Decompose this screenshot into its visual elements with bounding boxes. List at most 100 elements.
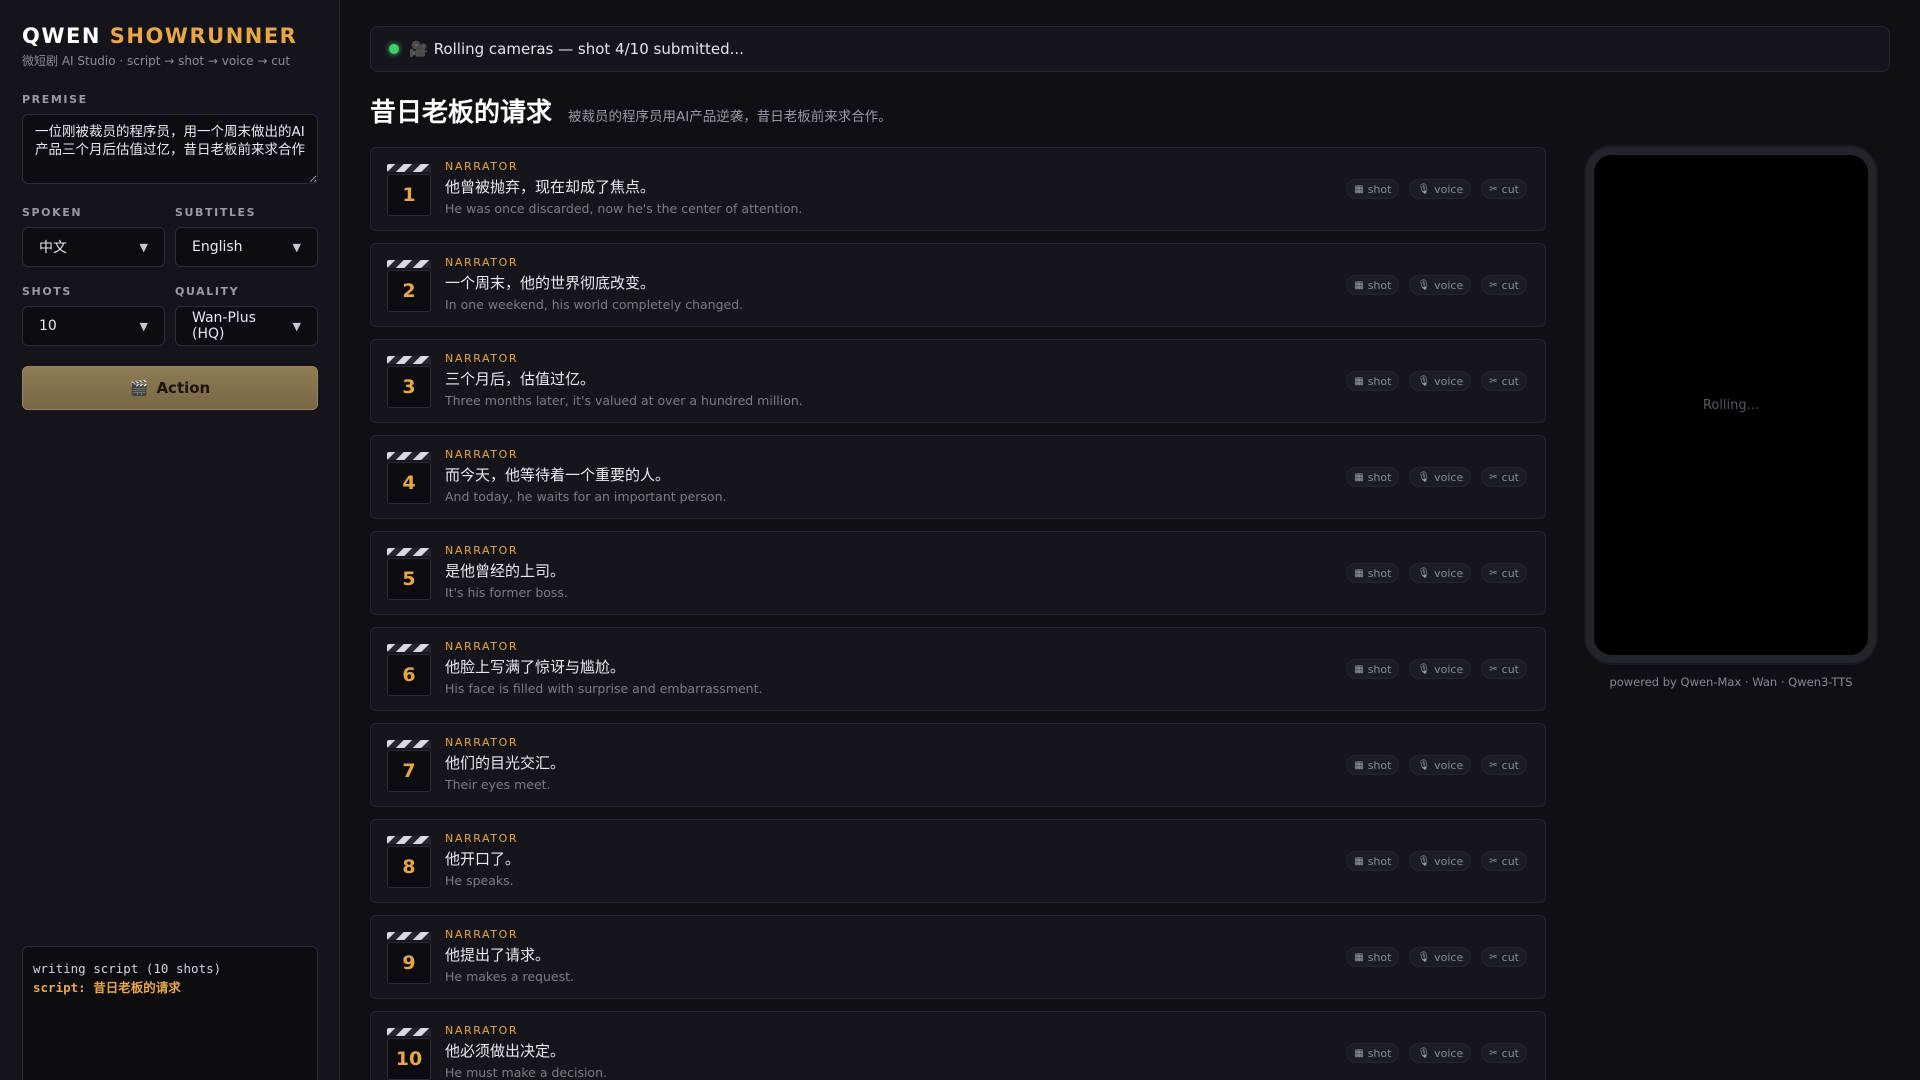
shot-chip[interactable]: ▦ shot bbox=[1346, 947, 1400, 967]
scissors-icon: ✂ bbox=[1489, 663, 1498, 675]
shot-chip[interactable]: ▦ shot bbox=[1346, 563, 1400, 583]
voice-chip-label: voice bbox=[1434, 1046, 1464, 1060]
clapperboard-icon: 10 bbox=[387, 1028, 431, 1080]
chevron-down-icon: ▼ bbox=[292, 240, 301, 254]
shot-speaker: NARRATOR bbox=[445, 448, 519, 461]
shot-row[interactable]: 5 NARRATOR 是他曾经的上司。 It's his former boss… bbox=[370, 531, 1546, 615]
shot-row[interactable]: 3 NARRATOR 三个月后，估值过亿。 Three months later… bbox=[370, 339, 1546, 423]
shot-row[interactable]: 9 NARRATOR 他提出了请求。 He makes a request. ▦… bbox=[370, 915, 1546, 999]
scissors-icon: ✂ bbox=[1489, 759, 1498, 771]
cut-chip[interactable]: ✂ cut bbox=[1481, 467, 1527, 487]
cut-chip[interactable]: ✂ cut bbox=[1481, 563, 1527, 583]
shot-line-subtitle: Their eyes meet. bbox=[445, 777, 551, 792]
shot-row[interactable]: 6 NARRATOR 他脸上写满了惊讶与尴尬。 His face is fill… bbox=[370, 627, 1546, 711]
clapperboard-icon: 3 bbox=[387, 356, 431, 408]
voice-chip[interactable]: 🎙 voice bbox=[1409, 563, 1472, 583]
shot-chip[interactable]: ▦ shot bbox=[1346, 1043, 1400, 1063]
shot-row[interactable]: 8 NARRATOR 他开口了。 He speaks. ▦ shot 🎙 voice… bbox=[370, 819, 1546, 903]
shot-status-chips: ▦ shot 🎙 voice ✂ cut bbox=[1346, 851, 1527, 871]
brand-name-right: SHOWRUNNER bbox=[109, 24, 298, 48]
voice-chip[interactable]: 🎙 voice bbox=[1409, 659, 1472, 679]
film-icon: ▦ bbox=[1354, 279, 1364, 291]
shot-number: 7 bbox=[387, 750, 431, 792]
shot-chip[interactable]: ▦ shot bbox=[1346, 851, 1400, 871]
film-icon: ▦ bbox=[1354, 471, 1364, 483]
clapperboard-icon: 8 bbox=[387, 836, 431, 888]
script-header: 昔日老板的请求 被裁员的程序员用AI产品逆袭，昔日老板前来求合作。 bbox=[370, 92, 892, 129]
voice-chip[interactable]: 🎙 voice bbox=[1409, 1043, 1472, 1063]
shot-chip-label: shot bbox=[1367, 182, 1392, 196]
film-icon: ▦ bbox=[1354, 855, 1364, 867]
shot-row[interactable]: 10 NARRATOR 他必须做出决定。 He must make a deci… bbox=[370, 1011, 1546, 1080]
quality-select[interactable]: Wan-Plus (HQ) ▼ bbox=[175, 306, 318, 346]
spoken-language-select[interactable]: 中文 ▼ bbox=[22, 227, 165, 267]
shot-speaker: NARRATOR bbox=[445, 736, 519, 749]
action-button-label: Action bbox=[156, 379, 211, 397]
mic-icon: 🎙 bbox=[1417, 471, 1431, 483]
cut-chip[interactable]: ✂ cut bbox=[1481, 275, 1527, 295]
mic-icon: 🎙 bbox=[1417, 183, 1431, 195]
shot-chip[interactable]: ▦ shot bbox=[1346, 467, 1400, 487]
shot-line-spoken: 三个月后，估值过亿。 bbox=[445, 370, 596, 388]
clapper-stripes bbox=[387, 932, 431, 940]
mic-icon: 🎙 bbox=[1417, 663, 1431, 675]
clapperboard-icon: 5 bbox=[387, 548, 431, 600]
shot-row[interactable]: 4 NARRATOR 而今天，他等待着一个重要的人。 And today, he… bbox=[370, 435, 1546, 519]
voice-chip-label: voice bbox=[1434, 950, 1464, 964]
cut-chip[interactable]: ✂ cut bbox=[1481, 659, 1527, 679]
voice-chip[interactable]: 🎙 voice bbox=[1409, 179, 1472, 199]
shot-row[interactable]: 2 NARRATOR 一个周末，他的世界彻底改变。 In one weekend… bbox=[370, 243, 1546, 327]
clapper-stripes bbox=[387, 836, 431, 844]
shot-chip[interactable]: ▦ shot bbox=[1346, 179, 1400, 199]
cut-chip[interactable]: ✂ cut bbox=[1481, 851, 1527, 871]
status-dot-icon bbox=[389, 44, 399, 54]
clapper-stripes bbox=[387, 356, 431, 364]
chevron-down-icon: ▼ bbox=[292, 319, 301, 333]
clapper-stripes bbox=[387, 260, 431, 268]
shot-speaker: NARRATOR bbox=[445, 352, 519, 365]
shots-count-select[interactable]: 10 ▼ bbox=[22, 306, 165, 346]
cut-chip-label: cut bbox=[1501, 566, 1519, 580]
main-area: 🎥 Rolling cameras — shot 4/10 submitted.… bbox=[370, 0, 1890, 1080]
cut-chip[interactable]: ✂ cut bbox=[1481, 179, 1527, 199]
shot-chip-label: shot bbox=[1367, 374, 1392, 388]
shot-status-chips: ▦ shot 🎙 voice ✂ cut bbox=[1346, 659, 1527, 679]
voice-chip[interactable]: 🎙 voice bbox=[1409, 755, 1472, 775]
shot-chip[interactable]: ▦ shot bbox=[1346, 659, 1400, 679]
voice-chip[interactable]: 🎙 voice bbox=[1409, 851, 1472, 871]
cut-chip[interactable]: ✂ cut bbox=[1481, 947, 1527, 967]
shot-number: 4 bbox=[387, 462, 431, 504]
shot-line-spoken: 而今天，他等待着一个重要的人。 bbox=[445, 466, 671, 484]
subtitles-language-select[interactable]: English ▼ bbox=[175, 227, 318, 267]
mic-icon: 🎙 bbox=[1417, 375, 1431, 387]
cut-chip[interactable]: ✂ cut bbox=[1481, 755, 1527, 775]
shot-row[interactable]: 7 NARRATOR 他们的目光交汇。 Their eyes meet. ▦ sh… bbox=[370, 723, 1546, 807]
cut-chip[interactable]: ✂ cut bbox=[1481, 371, 1527, 391]
shot-chip[interactable]: ▦ shot bbox=[1346, 275, 1400, 295]
action-button[interactable]: 🎬 Action bbox=[22, 366, 318, 410]
scissors-icon: ✂ bbox=[1489, 471, 1498, 483]
shot-row[interactable]: 1 NARRATOR 他曾被抛弃，现在却成了焦点。 He was once di… bbox=[370, 147, 1546, 231]
shot-number: 5 bbox=[387, 558, 431, 600]
shot-chip[interactable]: ▦ shot bbox=[1346, 755, 1400, 775]
shot-chip-label: shot bbox=[1367, 1046, 1392, 1060]
shot-chip[interactable]: ▦ shot bbox=[1346, 371, 1400, 391]
voice-chip[interactable]: 🎙 voice bbox=[1409, 371, 1472, 391]
premise-input[interactable]: 一位刚被裁员的程序员，用一个周末做出的AI产品三个月后估值过亿，昔日老板前来求合… bbox=[22, 114, 318, 184]
shot-line-spoken: 他们的目光交汇。 bbox=[445, 754, 566, 772]
spoken-label: SPOKEN bbox=[22, 206, 83, 219]
shot-speaker: NARRATOR bbox=[445, 544, 519, 557]
scissors-icon: ✂ bbox=[1489, 1047, 1498, 1059]
cut-chip[interactable]: ✂ cut bbox=[1481, 1043, 1527, 1063]
voice-chip[interactable]: 🎙 voice bbox=[1409, 467, 1472, 487]
shot-number: 9 bbox=[387, 942, 431, 984]
shot-line-subtitle: He was once discarded, now he's the cent… bbox=[445, 201, 803, 216]
shot-list: 1 NARRATOR 他曾被抛弃，现在却成了焦点。 He was once di… bbox=[370, 147, 1546, 1080]
voice-chip[interactable]: 🎙 voice bbox=[1409, 947, 1472, 967]
shot-number: 8 bbox=[387, 846, 431, 888]
sidebar: QWEN SHOWRUNNER 微短剧 AI Studio · script →… bbox=[0, 0, 340, 1080]
voice-chip[interactable]: 🎙 voice bbox=[1409, 275, 1472, 295]
shot-status-chips: ▦ shot 🎙 voice ✂ cut bbox=[1346, 947, 1527, 967]
shot-line-subtitle: His face is filled with surprise and emb… bbox=[445, 681, 763, 696]
clapper-stripes bbox=[387, 548, 431, 556]
